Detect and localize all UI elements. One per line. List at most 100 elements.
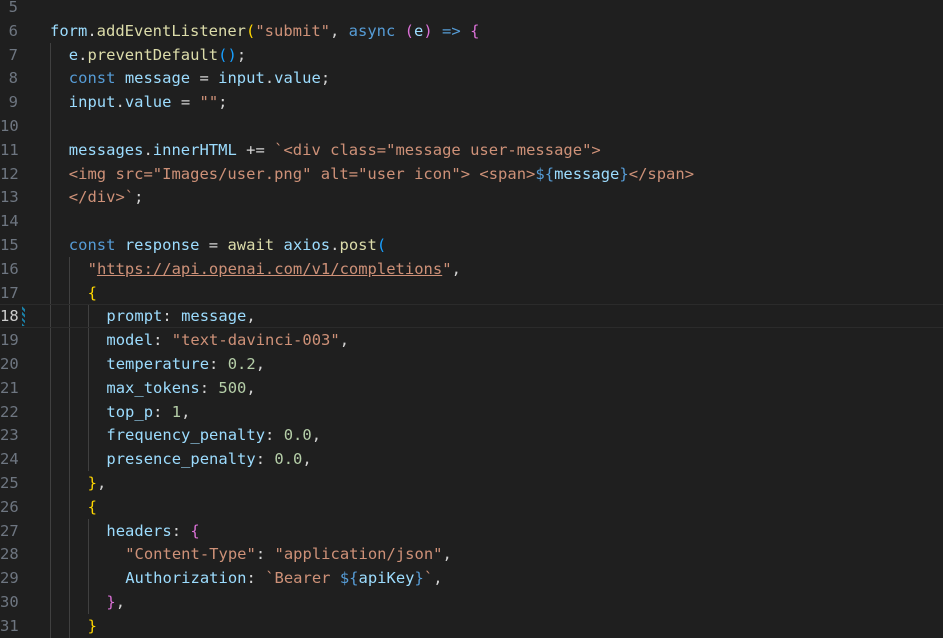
code-line[interactable]: 20 temperature: 0.2,: [0, 352, 943, 376]
code-text: }: [88, 614, 97, 638]
code-line[interactable]: 22 top_p: 1,: [0, 400, 943, 424]
code-token: (: [376, 236, 387, 254]
code-token: "": [199, 93, 219, 112]
code-token: :: [255, 545, 275, 564]
code-token: .: [115, 93, 125, 112]
code-text: const message = input.value;: [69, 66, 330, 90]
code-line[interactable]: 27 headers: {: [0, 519, 943, 543]
code-token: ${: [339, 569, 359, 588]
line-number: 17: [0, 283, 19, 302]
code-token: value: [124, 93, 172, 112]
code-line[interactable]: 9 input.value = "";: [0, 90, 943, 114]
code-line[interactable]: 12 <img src="Images/user.png" alt="user i…: [0, 162, 943, 186]
code-token: :: [255, 450, 275, 469]
code-token: ): [423, 21, 433, 40]
code-text: form.addEventListener("submit", async (e…: [50, 19, 479, 43]
code-line[interactable]: 29 Authorization: `Bearer ${apiKey}`,: [0, 566, 943, 590]
code-line[interactable]: 18 prompt: message,: [0, 304, 943, 328]
line-number: 23: [0, 426, 19, 445]
code-line[interactable]: 17 {: [0, 281, 943, 305]
code-token: {: [87, 283, 97, 302]
code-line[interactable]: 6 form.addEventListener("submit", async (…: [0, 19, 943, 43]
line-number: 19: [0, 331, 19, 350]
code-token: message: [181, 307, 247, 326]
code-token: top_p: [106, 402, 154, 421]
code-token: apiKey: [358, 569, 415, 588]
line-number: 9: [8, 93, 18, 112]
code-line[interactable]: 10: [0, 114, 943, 138]
line-number: 12: [0, 164, 19, 183]
code-line[interactable]: 7 e.preventDefault();: [0, 43, 943, 67]
code-text: model: "text-davinci-003",: [106, 328, 349, 352]
code-token: :: [162, 307, 182, 326]
code-token: ,: [311, 426, 322, 445]
code-token: preventDefault: [87, 45, 219, 64]
line-number: 18: [0, 307, 19, 326]
code-line[interactable]: 11 messages.innerHTML += `<div class="mes…: [0, 138, 943, 162]
code-token: 0.0: [274, 450, 303, 469]
code-token: ,: [329, 21, 349, 40]
code-token: ,: [339, 331, 350, 350]
code-token: "text-davinci-003": [171, 331, 340, 350]
code-token: 1: [171, 402, 182, 421]
code-token: addEventListener: [96, 21, 246, 40]
code-token: message: [124, 69, 191, 88]
code-line[interactable]: 16 "https://api.openai.com/v1/completions…: [0, 257, 943, 281]
code-token: message: [554, 164, 620, 183]
code-line[interactable]: 14: [0, 209, 943, 233]
code-line[interactable]: 23 frequency_penalty: 0.0,: [0, 423, 943, 447]
code-token: {: [470, 21, 480, 40]
code-text: Authorization: `Bearer ${apiKey}`,: [125, 566, 442, 590]
code-token: prompt: [106, 307, 163, 326]
code-line[interactable]: 15 const response = await axios.post(: [0, 233, 943, 257]
code-line[interactable]: 5: [0, 0, 943, 19]
code-token: presence_penalty: [106, 450, 256, 469]
line-number: 16: [0, 259, 19, 278]
code-token: `<div class="message user-message">: [274, 140, 601, 159]
code-token: =: [171, 93, 200, 112]
code-line[interactable]: 31}: [0, 614, 943, 638]
code-editor[interactable]: 5 6 form.addEventListener("submit", async …: [0, 0, 943, 638]
code-token: 500: [218, 378, 247, 397]
code-token: "Content-Type": [125, 545, 256, 564]
line-number: 24: [0, 450, 19, 469]
line-number: 15: [0, 236, 19, 254]
code-text: headers: {: [106, 519, 199, 543]
code-token: ,: [246, 378, 256, 397]
code-text: messages.innerHTML += `<div class="messa…: [69, 138, 601, 162]
code-token: .: [330, 236, 340, 254]
code-token: :: [153, 402, 172, 421]
code-token: :: [171, 521, 191, 540]
code-token: ,: [115, 593, 126, 611]
code-token: ,: [96, 474, 107, 492]
code-line[interactable]: 24 presence_penalty: 0.0,: [0, 447, 943, 471]
code-line[interactable]: 30},: [0, 590, 943, 614]
code-line[interactable]: 21 max_tokens: 500,: [0, 376, 943, 400]
code-text: presence_penalty: 0.0,: [106, 447, 311, 471]
code-line[interactable]: 25},: [0, 471, 943, 495]
line-number: 31: [0, 616, 19, 635]
line-number: 7: [8, 45, 18, 64]
code-token: post: [339, 236, 377, 254]
line-number: 10: [0, 117, 19, 135]
code-line[interactable]: 19 model: "text-davinci-003",: [0, 328, 943, 352]
line-number: 13: [0, 188, 19, 207]
code-token: ;: [236, 45, 247, 64]
code-text: const response = await axios.post(: [69, 233, 386, 257]
code-token: "application/json": [274, 545, 443, 564]
code-token: headers: [106, 521, 172, 540]
code-text: {: [88, 495, 97, 519]
code-token: ;: [218, 93, 228, 112]
code-text: frequency_penalty: 0.0,: [106, 423, 321, 447]
code-line[interactable]: 8 const message = input.value;: [0, 66, 943, 90]
code-token: }: [619, 164, 629, 183]
code-token: ;: [134, 188, 144, 207]
code-line[interactable]: 28 "Content-Type": "application/json",: [0, 542, 943, 566]
code-text: {: [88, 281, 97, 305]
code-line[interactable]: 26 {: [0, 495, 943, 519]
code-line[interactable]: 13 </div>`;: [0, 185, 943, 209]
